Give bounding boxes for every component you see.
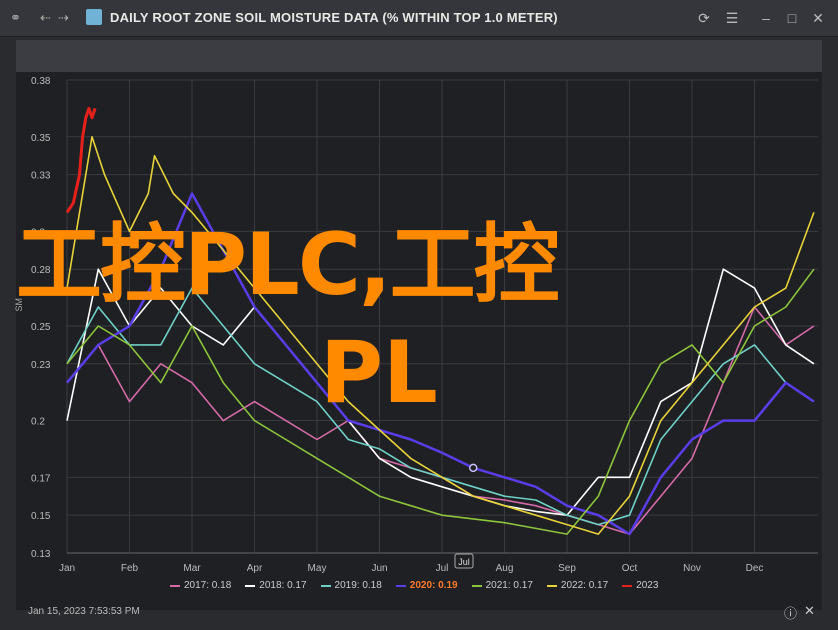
- legend-item[interactable]: 2020: 0.19: [395, 580, 458, 591]
- legend-item[interactable]: 2021: 0.17: [471, 580, 533, 591]
- series-line-6: [66, 136, 815, 535]
- x-tick-label: Sep: [558, 563, 576, 574]
- y-tick-label: 0.33: [31, 171, 51, 182]
- x-tick-label: Feb: [121, 563, 139, 574]
- legend-swatch: [546, 584, 557, 587]
- series-line-3: [66, 287, 815, 526]
- legend-label: 2021: 0.17: [485, 580, 533, 591]
- x-tick-label: Oct: [622, 563, 638, 574]
- watermark-text-line1: 工控PLC,工控: [16, 215, 560, 315]
- legend-swatch: [320, 584, 331, 587]
- legend-item[interactable]: 2017: 0.18: [170, 580, 231, 591]
- watermark-text-line2: PL: [320, 323, 438, 423]
- legend-item[interactable]: 2018: 0.17: [245, 580, 307, 591]
- x-tick-label: Nov: [683, 563, 701, 574]
- legend-label: 2017: 0.18: [184, 580, 232, 591]
- x-tick-label: Mar: [183, 563, 201, 574]
- x-tick-label: Apr: [247, 563, 263, 574]
- legend-item[interactable]: 2022: 0.17: [546, 580, 609, 591]
- x-tick-label: May: [308, 563, 327, 574]
- x-marker-label: Jul: [458, 557, 470, 567]
- info-icon[interactable]: ⓘ: [784, 603, 797, 622]
- legend-swatch: [622, 584, 633, 587]
- y-tick-label: 0.17: [31, 473, 51, 484]
- series-line-7: [65, 106, 97, 214]
- footer-date: Jan 15, 2023 7:53:53 PM: [28, 606, 140, 617]
- legend-item[interactable]: 2019: 0.18: [320, 580, 382, 591]
- y-tick-label: 0.38: [31, 76, 51, 87]
- legend-swatch: [170, 584, 180, 587]
- x-tick-label: Jun: [371, 563, 387, 574]
- y-tick-label: 0.23: [31, 360, 51, 371]
- legend-label: 2019: 0.18: [334, 580, 382, 591]
- x-tick-label: Jan: [59, 563, 75, 574]
- y-tick-label: 0.13: [31, 549, 51, 560]
- legend-swatch: [471, 584, 482, 587]
- legend-item[interactable]: 2023: [622, 580, 658, 591]
- legend-label: 2023: [636, 580, 659, 591]
- y-tick-label: 0.2: [31, 417, 45, 428]
- x-tick-label: Aug: [496, 563, 514, 574]
- legend-swatch: [245, 584, 256, 587]
- y-tick-label: 0.25: [31, 322, 51, 333]
- hover-point-marker: [469, 463, 478, 473]
- soil-moisture-chart: 0.380.350.330.30.280.250.230.20.170.150.…: [14, 76, 818, 574]
- y-tick-label: 0.35: [31, 133, 51, 144]
- x-tick-label: Dec: [746, 563, 764, 574]
- chart-legend[interactable]: 2017: 0.18 2018: 0.17 2019: 0.18 2020: 0.19…: [170, 580, 658, 591]
- footer-close-icon[interactable]: ✕: [804, 603, 815, 619]
- x-tick-label: Jul: [436, 563, 449, 574]
- legend-swatch: [395, 584, 406, 587]
- y-tick-label: 0.15: [31, 511, 51, 522]
- legend-label: 2022: 0.17: [560, 580, 609, 591]
- legend-label: 2018: 0.17: [259, 580, 307, 591]
- legend-label: 2020: 0.19: [409, 580, 458, 591]
